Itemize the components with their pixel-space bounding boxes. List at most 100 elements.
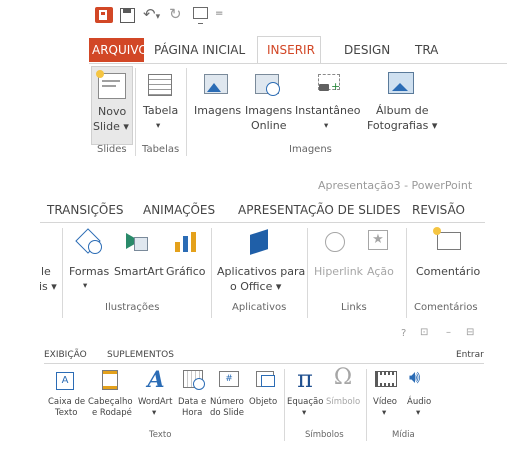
simbolo-label: Símbolo [326, 397, 361, 407]
chart-icon [175, 232, 197, 252]
date-time-icon [183, 370, 205, 390]
numero-slide-label-2: do Slide [210, 408, 245, 418]
caixa-texto-button[interactable]: A Caixa de Texto [46, 367, 86, 421]
aplicativos-label-2: o Office ▾ [230, 280, 282, 293]
album-label-1: Álbum de [376, 104, 429, 117]
ribbon-display-icon[interactable]: ⊡ [420, 327, 428, 338]
tab-design[interactable]: DESIGN [344, 43, 390, 57]
wordart-dropdown: ▾ [152, 408, 157, 418]
album-fotografias-button[interactable]: Álbum de Fotografias ▾ [364, 66, 437, 136]
caixa-texto-label-2: Texto [55, 408, 78, 418]
object-icon [256, 371, 275, 387]
instantaneo-dropdown: ▾ [324, 121, 329, 131]
hyperlink-globe-icon [325, 232, 345, 252]
tab-revisao[interactable]: REVISÃO [412, 203, 465, 217]
group-label-texto: Texto [149, 430, 172, 440]
slide-number-icon: # [219, 371, 239, 387]
undo-icon[interactable]: ↶▾ [143, 5, 160, 23]
video-button[interactable]: Vídeo ▾ [368, 367, 402, 421]
omega-symbol-icon: Ω [333, 365, 353, 390]
formas-label: Formas [69, 265, 110, 278]
wordart-button[interactable]: A WordArt ▾ [136, 367, 176, 421]
hiperlink-button[interactable]: Hiperlink [310, 226, 364, 278]
header-footer-icon [102, 370, 118, 390]
video-film-icon [375, 371, 397, 387]
grafico-label: Gráfico [166, 265, 206, 278]
novo-slide-button[interactable]: Novo Slide ▾ [91, 66, 133, 145]
ribbon-panel-top: ↶▾ ↻ = ARQUIVO PÁGINA INICIAL INSERIR DE… [89, 0, 507, 165]
online-pictures-icon [255, 74, 280, 96]
new-slide-icon [96, 70, 126, 99]
tab-animacoes[interactable]: ANIMAÇÕES [143, 203, 215, 217]
start-presentation-icon[interactable] [193, 7, 208, 24]
audio-dropdown: ▾ [416, 408, 421, 418]
speaker-icon: 🔊︎ [409, 367, 421, 388]
equacao-dropdown: ▾ [302, 408, 307, 418]
simbolo-button[interactable]: Ω Símbolo [324, 365, 362, 421]
customize-toolbar-icon[interactable]: = [215, 8, 223, 19]
audio-button[interactable]: 🔊︎ Áudio ▾ [402, 367, 436, 421]
objeto-label: Objeto [249, 397, 278, 407]
tab-apresentacao[interactable]: APRESENTAÇÃO DE SLIDES [238, 203, 401, 217]
group-label-simbolos: Símbolos [305, 430, 344, 440]
cabecalho-rodape-button[interactable]: Cabeçalho e Rodapé [86, 367, 134, 421]
instantaneo-button[interactable]: + Instantâneo ▾ [294, 66, 361, 136]
pictures-icon [204, 74, 228, 94]
group-label-comentarios: Comentários [414, 302, 478, 313]
comment-icon [433, 227, 461, 250]
novo-slide-label-2: Slide ▾ [93, 120, 129, 133]
group-label-links: Links [341, 302, 367, 313]
minimize-icon[interactable]: – [446, 327, 451, 338]
tab-pagina-inicial[interactable]: PÁGINA INICIAL [154, 43, 245, 57]
numero-slide-button[interactable]: # Número do Slide [209, 367, 245, 421]
tab-transicoes[interactable]: TRANSIÇÕES [47, 203, 124, 217]
group-label-imagens: Imagens [289, 144, 332, 155]
video-dropdown: ▾ [382, 408, 387, 418]
tab-suplementos[interactable]: SUPLEMENTOS [107, 350, 174, 360]
data-hora-label-1: Data e [178, 397, 207, 407]
tab-tra[interactable]: TRA [415, 43, 438, 57]
help-icon[interactable]: ? [401, 328, 406, 339]
tab-inserir[interactable]: INSERIR [257, 36, 321, 64]
entrar-link[interactable]: Entrar [456, 350, 484, 360]
tab-exibicao[interactable]: EXIBIÇÃO [44, 350, 87, 360]
tab-arquivo[interactable]: ARQUIVO [89, 38, 148, 62]
video-label: Vídeo [373, 397, 398, 407]
redo-icon[interactable]: ↻ [169, 5, 182, 23]
caixa-texto-label-1: Caixa de [48, 397, 86, 407]
comentario-button[interactable]: Comentário [410, 226, 484, 278]
objeto-button[interactable]: Objeto [246, 367, 282, 421]
table-icon [148, 74, 172, 96]
tabela-button[interactable]: Tabela ▾ [139, 66, 179, 136]
action-star-icon: ★ [368, 230, 388, 250]
cabecalho-label-2: e Rodapé [92, 408, 132, 418]
tabela-label: Tabela [143, 104, 179, 117]
instantaneo-label: Instantâneo [295, 104, 361, 117]
hiperlink-label: Hiperlink [314, 265, 364, 278]
grafico-button[interactable]: Gráfico [163, 226, 207, 278]
apps-for-office-icon [250, 229, 268, 255]
acao-label: Ação [367, 265, 394, 278]
imagens-label: Imagens [194, 104, 242, 117]
equacao-button[interactable]: π Equação ▾ [286, 365, 324, 421]
formas-button[interactable]: Formas ▾ [66, 226, 110, 296]
smartart-button[interactable]: SmartArt [112, 226, 164, 278]
data-hora-button[interactable]: Data e Hora [177, 367, 209, 421]
photo-album-icon [388, 72, 414, 94]
acao-button[interactable]: ★ Ação [362, 226, 398, 278]
tab-inserir-label: INSERIR [267, 43, 315, 57]
window-title: Apresentação3 - PowerPoint [318, 179, 473, 192]
audio-label: Áudio [407, 397, 432, 407]
maximize-icon[interactable]: ⊟ [466, 327, 474, 338]
group-label-slides: Slides [97, 144, 127, 155]
smartart-icon [126, 233, 148, 251]
group-label-midia: Mídia [392, 430, 415, 440]
aplicativos-office-button[interactable]: Aplicativos para o Office ▾ [214, 226, 306, 296]
save-icon[interactable] [120, 8, 135, 23]
text-box-icon: A [56, 372, 74, 390]
imagens-online-button[interactable]: Imagens Online [241, 66, 293, 136]
pi-equation-icon: π [297, 365, 313, 393]
imagens-button[interactable]: Imagens [192, 66, 242, 136]
tabela-dropdown: ▾ [156, 121, 161, 131]
group-label-tabelas: Tabelas [142, 144, 180, 155]
